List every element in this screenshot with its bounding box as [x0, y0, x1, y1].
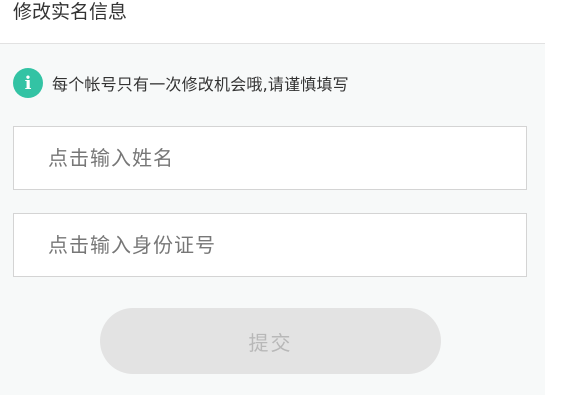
- name-input[interactable]: [14, 127, 526, 189]
- info-icon: i: [13, 68, 43, 98]
- submit-button[interactable]: 提交: [100, 308, 441, 374]
- page-title: 修改实名信息: [13, 1, 128, 23]
- id-number-input[interactable]: [14, 214, 526, 276]
- notice-text: 每个帐号只有一次修改机会哦,请谨慎填写: [52, 75, 349, 94]
- page: 修改实名信息 i 每个帐号只有一次修改机会哦,请谨慎填写 提交: [0, 0, 545, 395]
- notice: i 每个帐号只有一次修改机会哦,请谨慎填写: [13, 67, 349, 99]
- header-bar: 修改实名信息: [0, 0, 545, 44]
- name-field-container: [13, 126, 527, 190]
- id-number-field-container: [13, 213, 527, 277]
